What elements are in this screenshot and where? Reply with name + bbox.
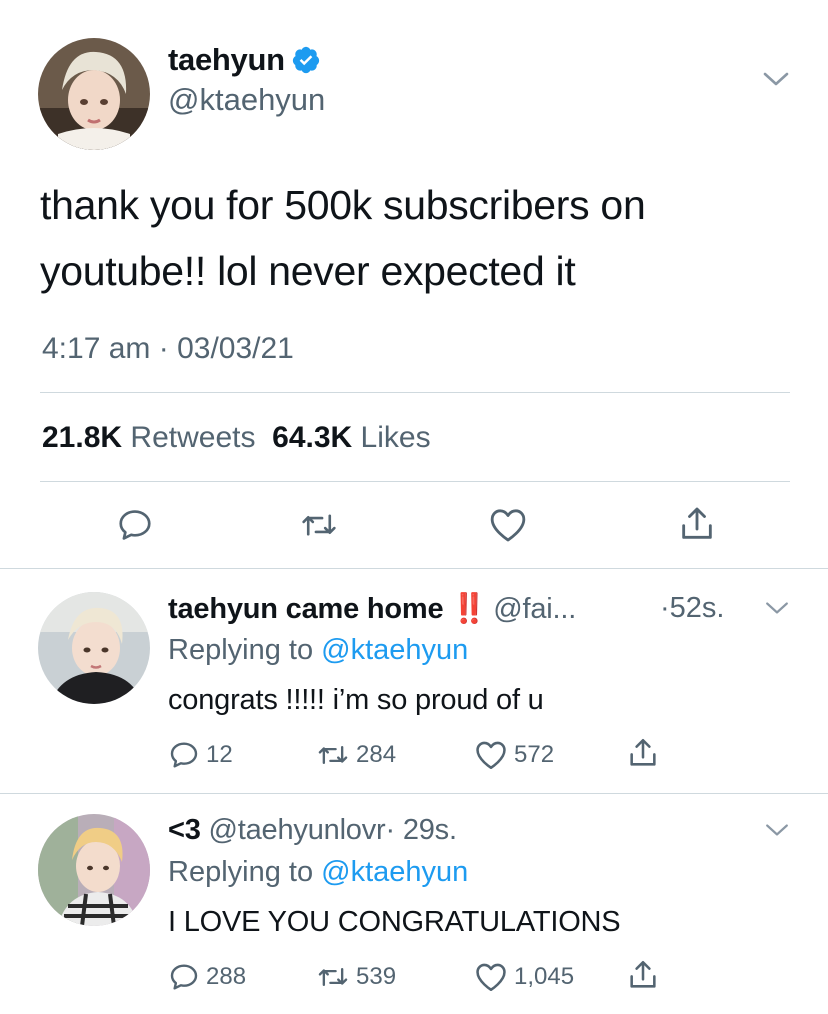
replying-to-prefix: Replying to: [168, 634, 314, 666]
engagement-stats: 21.8K Retweets 64.3K Likes: [42, 421, 431, 455]
tweet-date: 03/03/21: [177, 332, 294, 365]
reply-button[interactable]: 12: [168, 739, 233, 771]
more-options-chevron-icon[interactable]: [764, 822, 790, 843]
divider: [40, 481, 790, 482]
tweet-text: thank you for 500k subscribers on youtub…: [40, 182, 646, 294]
replying-to: Replying to @ktaehyun: [168, 634, 468, 667]
author-name[interactable]: taehyun: [168, 42, 321, 78]
reply-display-name[interactable]: taehyun came home: [168, 593, 444, 625]
reply-author[interactable]: taehyun came home ‼️ @fai...: [168, 592, 576, 626]
more-options-chevron-icon[interactable]: [764, 600, 790, 621]
reply-age[interactable]: · 29s.: [386, 814, 458, 846]
retweets-count: 21.8K: [42, 421, 123, 454]
author-display-name[interactable]: taehyun: [168, 42, 285, 78]
reply-handle[interactable]: @fai...: [493, 593, 576, 625]
reply-author[interactable]: <3 @taehyunlovr· 29s.: [168, 814, 457, 847]
reply-count: 288: [206, 963, 247, 990]
replying-to-mention[interactable]: @ktaehyun: [321, 634, 468, 666]
tweet-time: 4:17 am: [42, 332, 151, 365]
share-icon[interactable]: [677, 504, 717, 544]
reply-icon[interactable]: [116, 506, 154, 544]
divider: [0, 568, 828, 569]
like-button[interactable]: 1,045: [474, 961, 574, 993]
reply-button[interactable]: 288: [168, 961, 246, 993]
retweet-button[interactable]: 284: [316, 739, 396, 771]
reply-text: congrats !!!!! i’m so proud of u: [168, 684, 544, 716]
like-button[interactable]: 572: [474, 739, 554, 771]
double-exclamation-emoji: ‼️: [451, 593, 487, 625]
more-options-chevron-icon[interactable]: [762, 70, 790, 93]
reply-count: 12: [206, 741, 233, 768]
replying-to-prefix: Replying to: [168, 856, 314, 888]
share-icon[interactable]: [626, 736, 666, 770]
share-icon[interactable]: [626, 958, 666, 992]
divider: [0, 793, 828, 794]
reply-handle[interactable]: @taehyunlovr: [209, 814, 386, 846]
reply-display-name[interactable]: <3: [168, 814, 201, 846]
author-handle[interactable]: @ktaehyun: [168, 82, 325, 118]
tweet-timestamp[interactable]: 4:17 am · 03/03/21: [42, 332, 294, 366]
replying-to-mention[interactable]: @ktaehyun: [321, 856, 468, 888]
timestamp-separator: ·: [158, 332, 169, 365]
retweet-button[interactable]: 539: [316, 961, 396, 993]
retweet-count: 539: [356, 963, 397, 990]
reply-age[interactable]: ·52s.: [660, 592, 724, 625]
reply-text: I LOVE YOU CONGRATULATIONS: [168, 906, 621, 938]
retweet-icon[interactable]: [299, 506, 339, 544]
likes-count: 64.3K: [272, 421, 353, 454]
author-avatar[interactable]: [38, 38, 150, 150]
like-count: 572: [514, 741, 555, 768]
like-count: 1,045: [514, 963, 575, 990]
retweets-label: Retweets: [130, 421, 256, 454]
like-icon[interactable]: [488, 506, 528, 544]
replying-to: Replying to @ktaehyun: [168, 856, 468, 889]
reply-avatar[interactable]: [38, 592, 150, 704]
retweet-count: 284: [356, 741, 397, 768]
likes-stat[interactable]: 64.3K Likes: [272, 421, 430, 454]
retweets-stat[interactable]: 21.8K Retweets: [42, 421, 255, 454]
divider: [40, 392, 790, 393]
likes-label: Likes: [360, 421, 431, 454]
verified-badge-icon: [291, 45, 321, 75]
reply-avatar[interactable]: [38, 814, 150, 926]
